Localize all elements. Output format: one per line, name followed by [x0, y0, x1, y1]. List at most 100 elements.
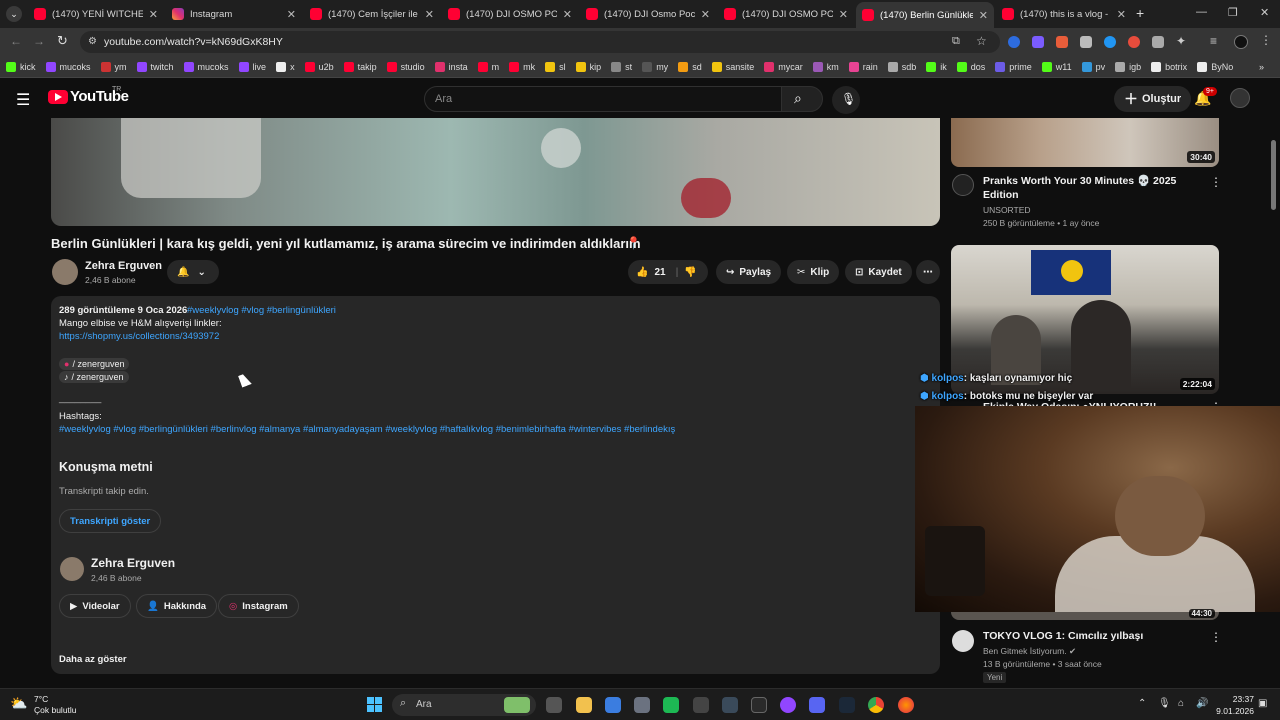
- bookmark-item[interactable]: pv: [1081, 61, 1105, 72]
- browser-tab-active[interactable]: (1470) Berlin Günlükleri | k ✕: [856, 2, 994, 28]
- subscribed-bell-button[interactable]: 🔔 ⌄: [167, 260, 219, 284]
- more-vertical-icon[interactable]: ⋮: [1210, 175, 1222, 189]
- bookmark-item[interactable]: kip: [575, 61, 601, 72]
- network-icon[interactable]: ⌂: [1178, 698, 1184, 709]
- instagram-button[interactable]: ◎ Instagram: [218, 594, 299, 618]
- bookmark-item[interactable]: km: [812, 61, 839, 72]
- bookmark-item[interactable]: mucoks: [45, 61, 91, 72]
- extensions-puzzle-icon[interactable]: ✦: [1176, 34, 1186, 48]
- video-thumbnail[interactable]: 44:30: [951, 609, 1219, 620]
- extension-icon[interactable]: [1128, 36, 1140, 48]
- meta-hashtags[interactable]: #weeklyvlog #vlog #berlingünlükleri: [187, 305, 336, 316]
- steam-icon[interactable]: [839, 697, 855, 713]
- forward-icon[interactable]: →: [33, 34, 45, 48]
- channel-avatar[interactable]: [952, 174, 974, 196]
- mic-tray-icon[interactable]: 🎙: [1158, 698, 1171, 709]
- new-tab-button[interactable]: +: [1136, 5, 1144, 21]
- close-icon[interactable]: ✕: [563, 8, 572, 21]
- tab-search-icon[interactable]: ⌄: [6, 6, 22, 22]
- site-info-icon[interactable]: ⚙: [88, 36, 97, 47]
- bookmark-item[interactable]: takip: [343, 61, 377, 72]
- windows-start-icon[interactable]: [367, 697, 383, 713]
- bookmark-item[interactable]: igb: [1115, 61, 1141, 72]
- volume-icon[interactable]: 🔊: [1196, 698, 1208, 709]
- app-icon[interactable]: [722, 697, 738, 713]
- chrome-icon[interactable]: [868, 697, 884, 713]
- bookmark-item[interactable]: mk: [509, 61, 535, 72]
- bookmark-item[interactable]: sl: [545, 61, 566, 72]
- bookmark-item[interactable]: kick: [6, 61, 36, 72]
- sidebar-video-title[interactable]: TOKYO VLOG 1: Cımcılız yılbaşı: [983, 629, 1203, 643]
- bookmark-item[interactable]: dos: [956, 61, 985, 72]
- bookmark-item[interactable]: sd: [678, 61, 702, 72]
- extension-icon[interactable]: [1104, 36, 1116, 48]
- description-panel[interactable]: 289 görüntüleme 9 Oca 2026 #weeklyvlog #…: [51, 296, 940, 674]
- back-icon[interactable]: ←: [10, 34, 22, 48]
- page-scrollbar[interactable]: [1271, 140, 1276, 210]
- bookmark-item[interactable]: rain: [848, 61, 878, 72]
- bookmark-item[interactable]: studio: [386, 61, 425, 72]
- maximize-icon[interactable]: ❐: [1228, 6, 1238, 19]
- install-app-icon[interactable]: ⧉: [952, 35, 960, 48]
- browser-tab[interactable]: Instagram ✕: [166, 2, 302, 26]
- share-button[interactable]: ↪ Paylaş: [716, 260, 782, 284]
- close-icon[interactable]: ✕: [979, 9, 988, 22]
- bookmark-star-icon[interactable]: ☆: [976, 34, 987, 48]
- clock-date[interactable]: 9.01.2026: [1210, 706, 1254, 716]
- search-input[interactable]: Ara: [424, 86, 782, 112]
- video-thumbnail[interactable]: 2:22:04: [951, 245, 1219, 394]
- youtube-logo-icon[interactable]: [48, 90, 68, 104]
- browser-tab[interactable]: (1470) DJI Osmo Pocket 3 ✕: [580, 2, 716, 26]
- clock-time[interactable]: 23:37: [1216, 694, 1254, 704]
- account-avatar[interactable]: [1230, 88, 1250, 108]
- browser-tab[interactable]: (1470) Cem İşçiler ile Kara ✕: [304, 2, 440, 26]
- show-transcript-button[interactable]: Transkripti göster: [59, 509, 162, 533]
- window-close-icon[interactable]: ✕: [1260, 6, 1269, 19]
- create-button[interactable]: ＋ Oluştur: [1114, 86, 1192, 112]
- bookmark-item[interactable]: prime: [995, 61, 1032, 72]
- bookmark-item[interactable]: sansite: [711, 61, 754, 72]
- bookmark-item[interactable]: mucoks: [183, 61, 229, 72]
- weather-icon[interactable]: ⛅: [10, 695, 27, 712]
- profile-avatar-icon[interactable]: [1234, 35, 1248, 49]
- extension-icon[interactable]: [1080, 36, 1092, 48]
- bookmark-item[interactable]: ik: [926, 61, 947, 72]
- like-icon[interactable]: 👍: [636, 267, 648, 278]
- about-button[interactable]: 👤 Hakkında: [136, 594, 218, 618]
- bookmark-item[interactable]: ByNo: [1197, 61, 1233, 72]
- hashtags-list[interactable]: #weeklyvlog #vlog #berlingünlükleri #ber…: [59, 424, 675, 435]
- app-icon[interactable]: [663, 697, 679, 713]
- clip-button[interactable]: ✂ Klip: [787, 260, 840, 284]
- bookmark-item[interactable]: mycar: [764, 61, 803, 72]
- task-view-icon[interactable]: [546, 697, 562, 713]
- extension-icon[interactable]: [1032, 36, 1044, 48]
- videos-button[interactable]: ▶ Videolar: [59, 594, 131, 618]
- discord-icon[interactable]: [809, 697, 825, 713]
- video-thumbnail[interactable]: 30:40: [951, 118, 1219, 167]
- bookmark-item[interactable]: m: [477, 61, 499, 72]
- minimize-icon[interactable]: —: [1196, 6, 1207, 18]
- social-link-tiktok[interactable]: ♪ / zenerguven: [59, 371, 129, 383]
- store-icon[interactable]: [605, 697, 621, 713]
- bookmarks-overflow-icon[interactable]: »: [1259, 62, 1264, 72]
- save-button[interactable]: ⊡ Kaydet: [845, 260, 912, 284]
- channel-avatar[interactable]: [952, 630, 974, 652]
- bookmark-item[interactable]: ym: [100, 61, 127, 72]
- shop-link[interactable]: https://shopmy.us/collections/3493972: [59, 331, 219, 342]
- bookmark-item[interactable]: botrix: [1151, 61, 1187, 72]
- close-icon[interactable]: ✕: [839, 8, 848, 21]
- channel-name[interactable]: Zehra Erguven: [85, 260, 162, 272]
- extension-icon[interactable]: [1056, 36, 1068, 48]
- close-icon[interactable]: ✕: [701, 8, 710, 21]
- bookmark-item[interactable]: live: [238, 61, 266, 72]
- app-icon[interactable]: [751, 697, 767, 713]
- firefox-icon[interactable]: [898, 697, 914, 713]
- close-icon[interactable]: ✕: [1117, 8, 1126, 21]
- browser-tab[interactable]: (1470) DJI OSMO POCKET ✕: [442, 2, 578, 26]
- channel-avatar[interactable]: [52, 259, 78, 285]
- browser-tab[interactable]: (1470) YENİ WITCHER 3 EŞ ✕: [28, 2, 164, 26]
- bookmark-item[interactable]: u2b: [304, 61, 334, 72]
- more-actions-button[interactable]: ⋯: [916, 260, 940, 284]
- social-link-instagram[interactable]: ● / zenerguven: [59, 358, 130, 370]
- bookmark-item[interactable]: sdb: [887, 61, 916, 72]
